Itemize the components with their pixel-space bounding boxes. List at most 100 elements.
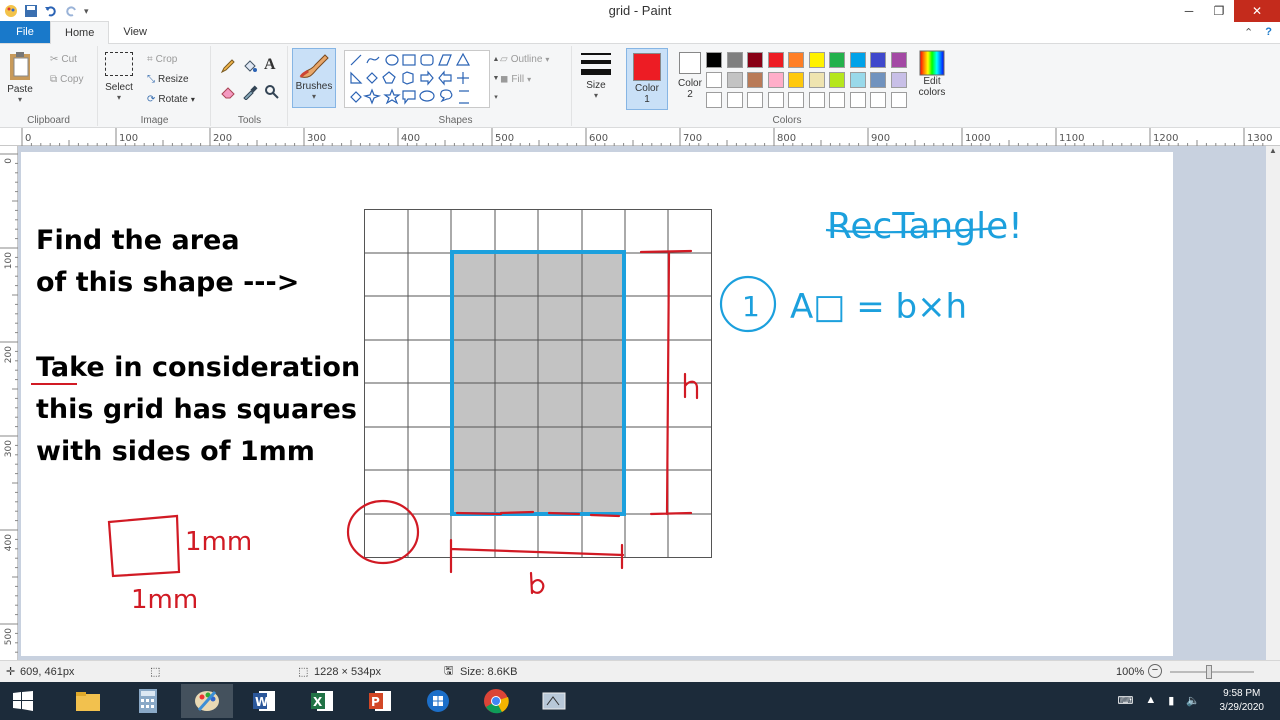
taskbar-clock[interactable]: 9:58 PM 3/29/2020 — [1220, 687, 1265, 715]
calculator-icon — [139, 689, 157, 713]
zoom-out-button[interactable]: − — [1148, 664, 1162, 678]
tray-overflow-icon[interactable]: ▲ — [1145, 694, 1156, 707]
taskbar-powerpoint[interactable]: P — [354, 684, 406, 718]
ribbon-tabs: File Home View ⌃ ? — [0, 21, 1280, 44]
custom-color-slot[interactable] — [829, 92, 845, 108]
ruler-label: 1200 — [1153, 133, 1178, 144]
palette-swatch[interactable] — [890, 72, 907, 88]
fill-tool[interactable] — [242, 58, 258, 74]
palette-swatch[interactable] — [788, 52, 804, 68]
clipboard-group: Paste ▾ ✂ Cut ⧉ Copy Clipboard — [0, 46, 98, 126]
vertical-scrollbar[interactable]: ▲ — [1266, 146, 1280, 660]
custom-color-slot[interactable] — [706, 92, 722, 108]
save-icon[interactable] — [24, 4, 38, 18]
note-line-2: this grid has squares — [36, 394, 357, 425]
color1-selector[interactable]: Color 1 — [626, 48, 668, 110]
close-button[interactable]: ✕ — [1234, 0, 1280, 22]
undo-icon[interactable] — [44, 4, 58, 18]
shapes-gallery[interactable] — [344, 50, 490, 108]
restore-button[interactable]: ❐ — [1204, 0, 1234, 22]
edit-colors-button[interactable]: Edit colors — [912, 50, 952, 98]
brushes-button[interactable]: Brushes ▾ — [292, 48, 336, 108]
status-bar: ✛ 609, 461px ⬚ ⬚ 1228 × 534px 🖫 Size: 8.… — [0, 660, 1280, 682]
eraser-tool[interactable] — [220, 84, 236, 100]
palette-swatch[interactable] — [767, 72, 784, 88]
paste-button[interactable]: Paste ▾ — [6, 50, 34, 104]
palette-swatch[interactable] — [788, 72, 804, 88]
taskbar-file-explorer[interactable] — [62, 684, 114, 718]
keyboard-icon[interactable]: ⌨ — [1117, 694, 1133, 707]
start-button[interactable] — [0, 684, 46, 718]
custom-color-slot[interactable] — [870, 92, 886, 108]
palette-swatch[interactable] — [849, 72, 866, 88]
ruler-label: 0 — [4, 158, 14, 164]
palette-swatch[interactable] — [706, 52, 722, 68]
taskbar-word[interactable]: W — [238, 684, 290, 718]
palette-swatch[interactable] — [808, 72, 825, 88]
chrome-icon — [484, 689, 509, 714]
custom-color-slot[interactable] — [890, 92, 907, 108]
taskbar-snipping-tool[interactable] — [528, 684, 580, 718]
collapse-ribbon-icon[interactable]: ⌃ — [1244, 26, 1253, 39]
taskbar-excel[interactable]: X — [296, 684, 348, 718]
palette-swatch[interactable] — [829, 72, 845, 88]
palette-swatch[interactable] — [726, 52, 743, 68]
ruler-label: 100 — [4, 252, 14, 269]
custom-color-slot[interactable] — [849, 92, 866, 108]
custom-color-slot[interactable] — [747, 92, 763, 108]
line-size-icon — [581, 53, 611, 75]
battery-icon[interactable]: ▮ — [1168, 694, 1174, 707]
custom-color-slot[interactable] — [726, 92, 743, 108]
taskbar-paint[interactable] — [181, 684, 233, 718]
custom-color-slot[interactable] — [808, 92, 825, 108]
customize-qat-icon[interactable]: ▾ — [84, 6, 89, 17]
minimize-button[interactable]: ─ — [1174, 0, 1204, 22]
select-button[interactable]: Select ▾ — [105, 52, 133, 102]
palette-swatch[interactable] — [726, 72, 743, 88]
palette-swatch[interactable] — [890, 52, 907, 68]
select-icon — [105, 52, 133, 76]
palette-swatch[interactable] — [747, 72, 763, 88]
magnifier-icon — [265, 85, 279, 99]
color-picker-tool[interactable] — [242, 84, 258, 100]
ruler-label: 500 — [4, 628, 14, 645]
custom-color-slot[interactable] — [767, 92, 784, 108]
drawing-canvas[interactable]: Find the area of this shape ---> Take in… — [21, 152, 1173, 656]
palette-swatch[interactable] — [808, 52, 825, 68]
pencil-tool[interactable] — [220, 58, 236, 74]
palette-swatch[interactable] — [829, 52, 845, 68]
volume-icon[interactable]: 🔈 — [1186, 694, 1200, 707]
palette-swatch[interactable] — [706, 72, 722, 88]
resize-button[interactable]: ⤡ Resize — [147, 74, 189, 85]
size-button[interactable]: Size ▾ — [578, 50, 614, 100]
help-icon[interactable]: ? — [1265, 26, 1272, 39]
palette-swatch[interactable] — [767, 52, 784, 68]
custom-color-slot[interactable] — [788, 92, 804, 108]
palette-swatch[interactable] — [747, 52, 763, 68]
store-icon — [427, 690, 449, 712]
fill-button[interactable]: ◼ Fill ▾ — [500, 74, 531, 85]
color2-selector[interactable]: Color 2 — [670, 52, 710, 100]
tab-file[interactable]: File — [0, 21, 50, 43]
taskbar-chrome[interactable] — [470, 684, 522, 718]
palette-swatch[interactable] — [870, 52, 886, 68]
magnifier-tool[interactable] — [264, 84, 280, 100]
shape-heading: RecTangle! — [827, 206, 1023, 247]
rotate-button[interactable]: ⟳ Rotate ▾ — [147, 94, 195, 105]
scroll-up-arrow[interactable]: ▲ — [1266, 146, 1280, 155]
text-tool[interactable]: A — [264, 56, 276, 74]
tab-view[interactable]: View — [109, 21, 161, 43]
ruler-label: 400 — [4, 534, 14, 551]
crop-button[interactable]: ⌗ Crop — [147, 54, 177, 65]
copy-button[interactable]: ⧉ Copy — [50, 74, 84, 85]
taskbar-store[interactable] — [412, 684, 464, 718]
palette-swatch[interactable] — [870, 72, 886, 88]
zoom-slider-thumb[interactable] — [1206, 665, 1212, 679]
taskbar-calculator[interactable] — [122, 684, 174, 718]
outline-button[interactable]: ▱ Outline ▾ — [500, 54, 549, 65]
cut-button[interactable]: ✂ Cut — [50, 54, 77, 65]
zoom-slider[interactable] — [1170, 665, 1254, 679]
tab-home[interactable]: Home — [50, 21, 110, 44]
palette-swatch[interactable] — [849, 52, 866, 68]
redo-icon[interactable] — [64, 4, 78, 18]
